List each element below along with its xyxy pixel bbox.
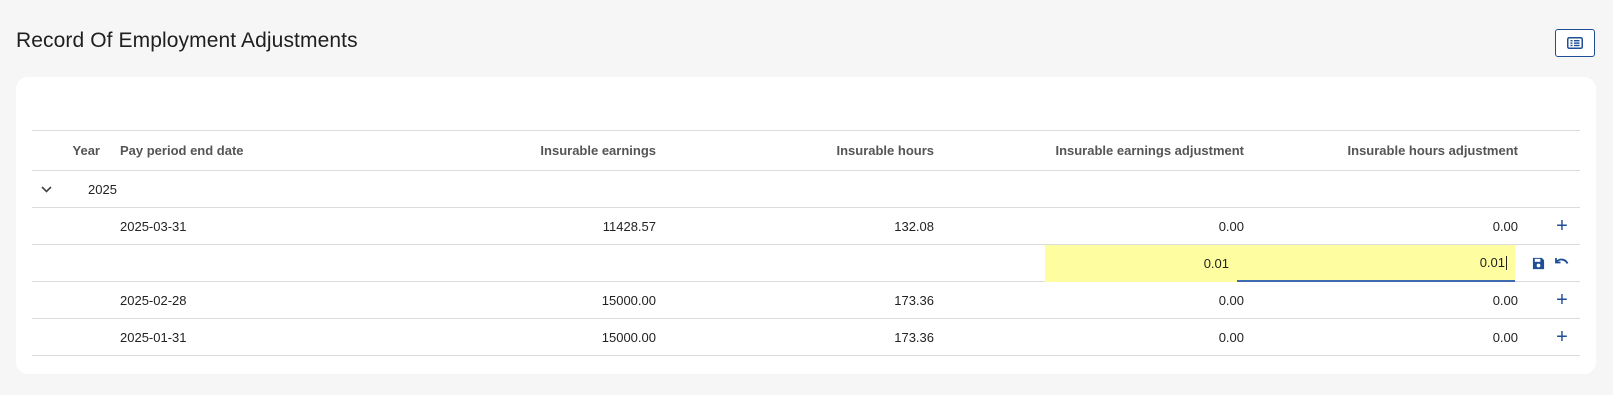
save-button[interactable] <box>1532 257 1545 270</box>
plus-icon: + <box>1556 215 1568 237</box>
pay-period-end-date-cell: 2025-03-31 <box>120 218 187 234</box>
table-row: 2025-03-31 11428.57 132.08 0.00 0.00 + <box>32 208 1580 245</box>
group-year-label: 2025 <box>88 181 117 197</box>
adjustments-card: Year Pay period end date Insurable earni… <box>16 77 1596 374</box>
undo-button[interactable] <box>1555 257 1569 269</box>
insurable-hours-cell: 173.36 <box>894 329 934 345</box>
insurable-hours-adjustment-cell[interactable]: 0.00 <box>1242 208 1518 244</box>
insurable-earnings-adjustment-cell[interactable]: 0.00 <box>1045 282 1244 318</box>
chevron-down-icon <box>40 185 52 193</box>
table-row: 2025-01-31 15000.00 173.36 0.00 0.00 + <box>32 319 1580 356</box>
insurable-earnings-adjustment-cell[interactable]: 0.00 <box>1045 319 1244 355</box>
plus-icon: + <box>1556 289 1568 311</box>
add-adjustment-button[interactable]: + <box>1540 208 1584 244</box>
edit-adjustment-row: 0.01 0.01 <box>32 245 1580 282</box>
column-header-year[interactable]: Year <box>64 131 100 170</box>
earnings-adjustment-input[interactable]: 0.01 <box>1045 245 1237 282</box>
adjustments-grid: Year Pay period end date Insurable earni… <box>32 130 1580 356</box>
earnings-adjustment-value: 0.01 <box>1203 256 1229 271</box>
add-adjustment-button[interactable]: + <box>1540 282 1584 318</box>
plus-icon: + <box>1556 326 1568 348</box>
view-toggle-button[interactable] <box>1555 29 1595 57</box>
column-header-insurable-earnings[interactable]: Insurable earnings <box>432 131 656 170</box>
undo-icon <box>1555 258 1569 264</box>
insurable-hours-adjustment-cell[interactable]: 0.00 <box>1242 319 1518 355</box>
insurable-earnings-adjustment-cell[interactable]: 0.00 <box>1045 208 1244 244</box>
table-row: 2025-02-28 15000.00 173.36 0.00 0.00 + <box>32 282 1580 319</box>
column-header-insurable-hours-adjustment[interactable]: Insurable hours adjustment <box>1242 131 1518 170</box>
insurable-hours-adjustment-cell[interactable]: 0.00 <box>1242 282 1518 318</box>
insurable-hours-cell: 173.36 <box>894 292 934 308</box>
column-header-insurable-earnings-adjustment[interactable]: Insurable earnings adjustment <box>1045 131 1244 170</box>
column-header-pay-period-end-date[interactable]: Pay period end date <box>120 131 420 170</box>
expand-group-button[interactable] <box>38 171 54 207</box>
group-row-year: 2025 <box>32 171 1580 208</box>
pay-period-end-date-cell: 2025-01-31 <box>120 329 187 345</box>
insurable-earnings-cell: 15000.00 <box>601 329 656 345</box>
add-adjustment-button[interactable]: + <box>1540 319 1584 355</box>
page-title: Record Of Employment Adjustments <box>16 29 358 52</box>
edit-row-actions <box>1532 245 1592 281</box>
list-view-icon <box>1567 37 1583 49</box>
hours-adjustment-input[interactable]: 0.01 <box>1237 245 1515 282</box>
text-cursor <box>1506 255 1507 270</box>
insurable-earnings-cell: 15000.00 <box>601 292 656 308</box>
column-header-insurable-hours[interactable]: Insurable hours <box>672 131 934 170</box>
insurable-earnings-cell: 11428.57 <box>602 218 656 234</box>
insurable-hours-cell: 132.08 <box>894 218 934 234</box>
save-icon <box>1532 257 1545 269</box>
pay-period-end-date-cell: 2025-02-28 <box>120 292 187 308</box>
hours-adjustment-value: 0.01 <box>1479 255 1505 270</box>
grid-header-row: Year Pay period end date Insurable earni… <box>32 130 1580 171</box>
